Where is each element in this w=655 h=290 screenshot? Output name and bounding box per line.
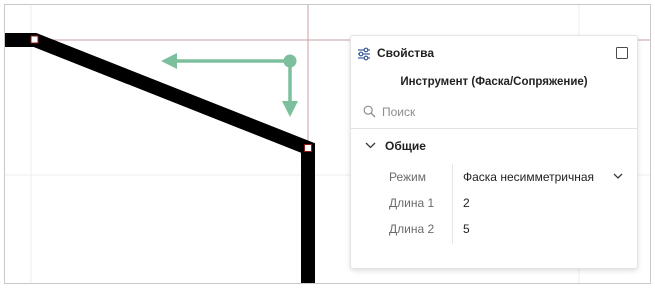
- arrow-left-icon: [161, 53, 177, 69]
- chevron-down-icon[interactable]: [365, 142, 376, 149]
- panel-title: Свойства: [377, 46, 435, 60]
- divider: [351, 128, 637, 129]
- search-box[interactable]: [363, 102, 633, 124]
- drawing-canvas[interactable]: Свойства Инструмент (Фаска/Сопряжение) О…: [4, 4, 651, 284]
- panel-header: Свойства: [351, 36, 637, 70]
- mode-select[interactable]: Фаска несимметричная: [463, 170, 594, 184]
- arrow-origin-handle[interactable]: [283, 54, 297, 68]
- sliders-icon: [358, 47, 370, 61]
- length1-input[interactable]: 2: [463, 196, 470, 210]
- property-label-length2: Длина 2: [389, 222, 435, 236]
- chamfer-end-vertex[interactable]: [304, 144, 312, 152]
- chevron-down-icon[interactable]: [613, 173, 623, 179]
- chamfer-start-vertex[interactable]: [30, 35, 39, 44]
- section-general-label: Общие: [385, 139, 426, 153]
- chamfer-direction-arrows: [161, 53, 298, 117]
- property-label-length1: Длина 1: [389, 196, 435, 210]
- property-label-mode: Режим: [389, 170, 426, 184]
- property-column-divider: [452, 164, 453, 244]
- arrow-down-icon: [282, 101, 298, 117]
- trace-segment[interactable]: [5, 33, 315, 283]
- properties-panel: Свойства Инструмент (Фаска/Сопряжение) О…: [351, 36, 637, 268]
- search-icon: [363, 105, 376, 118]
- length2-input[interactable]: 5: [463, 222, 470, 236]
- search-input[interactable]: [382, 103, 622, 121]
- tool-name: Инструмент (Фаска/Сопряжение): [400, 76, 588, 88]
- maximize-icon[interactable]: [616, 47, 628, 59]
